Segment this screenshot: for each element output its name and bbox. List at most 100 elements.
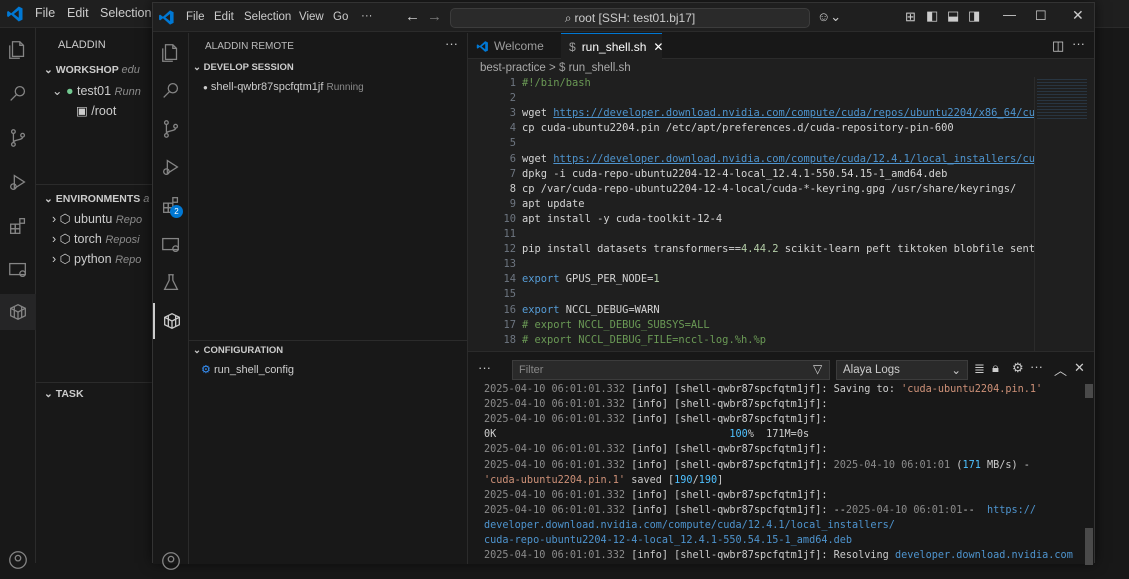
menu-edit[interactable]: Edit bbox=[214, 11, 234, 23]
config-item[interactable]: ⚙ run_shell_config bbox=[201, 363, 294, 376]
code-editor[interactable]: 1 #!/bin/bash 2 3 wget https://developer.dow… bbox=[468, 77, 1034, 351]
close-panel-icon[interactable]: ✕ bbox=[1074, 360, 1085, 376]
menu-more[interactable]: ··· bbox=[361, 10, 373, 22]
code-token: scikit-learn peft tiktoken blobfile sent… bbox=[778, 243, 1034, 256]
code-token: update bbox=[547, 197, 585, 210]
env-item-ubuntu[interactable]: › ⬡ ubuntu Repo bbox=[52, 211, 156, 226]
source-control-icon[interactable] bbox=[0, 120, 36, 156]
toggle-secondary-sidebar-icon[interactable]: ◨ bbox=[968, 8, 980, 24]
toggle-panel-icon[interactable]: ⬓ bbox=[947, 8, 959, 24]
breadcrumb: best-practice > $ run_shell.sh bbox=[480, 62, 631, 74]
log-token: developer.download.nvidia.com bbox=[894, 550, 1073, 562]
menu-view[interactable]: View bbox=[299, 11, 324, 23]
log-token: 2025-04-10 06:01:01.332 bbox=[484, 504, 626, 516]
environments-header[interactable]: ⌄ ENVIRONMENTS a bbox=[44, 193, 149, 205]
maximize-panel-icon[interactable]: ︿ bbox=[1054, 360, 1067, 379]
code-line: #!/bin/bash bbox=[522, 77, 591, 89]
aladdin-icon[interactable] bbox=[0, 294, 36, 330]
toggle-sidebar-icon[interactable]: ◧ bbox=[926, 8, 938, 24]
maximize-icon[interactable]: ☐ bbox=[1035, 8, 1047, 24]
extensions-icon[interactable] bbox=[153, 187, 189, 223]
aladdin-icon[interactable] bbox=[153, 303, 189, 339]
log-token: 2025-04-10 06:01:01 bbox=[845, 504, 963, 516]
breadcrumb-folder[interactable]: best-practice bbox=[480, 62, 546, 74]
tab-run-shell[interactable]: $ run_shell.sh ✕ bbox=[561, 33, 663, 59]
log-output[interactable]: 2025-04-10 06:01:01.332 [info] [shell-qw… bbox=[484, 384, 1080, 565]
command-center-search[interactable]: ⌕ root [SSH: test01.bj17] bbox=[450, 8, 810, 28]
back-sidebar-title: ALADDIN bbox=[58, 39, 106, 51]
log-token: https:// bbox=[986, 504, 1037, 516]
close-window-icon[interactable]: ✕ bbox=[1072, 7, 1084, 24]
filter-icon[interactable]: ▽ bbox=[813, 362, 822, 376]
scrollbar-thumb-bottom[interactable] bbox=[1085, 528, 1093, 565]
develop-session-header[interactable]: ⌄ DEVELOP SESSION bbox=[193, 62, 294, 73]
output-panel: ··· Filter ▽ Alaya Logs ⌄ ≣ 🔒︎ ⚙ ··· ︿ ✕ … bbox=[468, 351, 1094, 565]
tab-bar: Welcome $ run_shell.sh ✕ ◫ ··· bbox=[468, 33, 1094, 59]
log-source-select[interactable]: Alaya Logs ⌄ bbox=[836, 360, 968, 380]
log-token: -- bbox=[962, 504, 987, 516]
task-header[interactable]: ⌄ TASK bbox=[44, 388, 84, 400]
tab-label: run_shell.sh bbox=[581, 39, 647, 54]
remote-explorer-icon[interactable] bbox=[153, 227, 189, 263]
log-token: ( bbox=[950, 459, 963, 471]
menu-go[interactable]: Go bbox=[333, 11, 348, 23]
search-icon[interactable] bbox=[0, 76, 36, 112]
log-token: 2025-04-10 06:01:01.332 bbox=[484, 399, 626, 411]
close-tab-icon[interactable]: ✕ bbox=[653, 40, 663, 54]
tree-item-root[interactable]: ▣ /root bbox=[76, 103, 156, 118]
search-icon[interactable] bbox=[153, 73, 189, 109]
filter-input[interactable]: Filter bbox=[512, 360, 830, 380]
extensions-icon[interactable] bbox=[0, 208, 36, 244]
account-icon[interactable] bbox=[153, 543, 189, 579]
log-line: 2025-04-10 06:01:01.332 [info] [shell-qw… bbox=[484, 384, 1042, 395]
back-menu-edit[interactable]: Edit bbox=[67, 6, 89, 20]
tab-welcome[interactable]: Welcome bbox=[468, 33, 561, 59]
breadcrumb-file[interactable]: run_shell.sh bbox=[569, 62, 631, 74]
minimap[interactable] bbox=[1034, 77, 1094, 351]
env-item-python[interactable]: › ⬡ python Repo bbox=[52, 251, 156, 266]
log-token: [info] [shell-qwbr87spcfqtm1jf]: -- bbox=[625, 504, 846, 516]
run-debug-icon[interactable] bbox=[153, 149, 189, 185]
back-menu-selection[interactable]: Selection bbox=[100, 6, 151, 20]
log-token: 2025-04-10 06:01:01.332 bbox=[484, 550, 626, 562]
code-token: install -y cuda-toolkit-12-4 bbox=[547, 212, 723, 225]
layout-customize-icon[interactable]: ⊞ bbox=[905, 9, 916, 25]
explorer-icon[interactable] bbox=[0, 32, 36, 68]
code-line: wget https://developer.download.nvidia.c… bbox=[522, 153, 1034, 165]
scrollbar-thumb[interactable] bbox=[1085, 384, 1093, 398]
configuration-header[interactable]: ⌄ CONFIGURATION bbox=[193, 345, 283, 356]
explorer-icon[interactable] bbox=[153, 35, 189, 71]
more-actions-icon[interactable]: ··· bbox=[445, 36, 458, 51]
panel-more-icon[interactable]: ··· bbox=[478, 360, 491, 375]
back-arrow-icon[interactable]: ← bbox=[405, 8, 420, 25]
copilot-icon[interactable]: ☺⌄ bbox=[817, 9, 841, 25]
editor-more-icon[interactable]: ··· bbox=[1072, 36, 1085, 51]
code-token: GPUS_PER_NODE= bbox=[559, 273, 654, 286]
forward-arrow-icon[interactable]: → bbox=[427, 8, 442, 25]
log-line: 2025-04-10 06:01:01.332 [info] [shell-qw… bbox=[484, 490, 827, 501]
workshop-header[interactable]: ⌄ WORKSHOP edu bbox=[44, 64, 140, 76]
menu-file[interactable]: File bbox=[186, 11, 205, 23]
line-number: 14 bbox=[503, 273, 516, 286]
minimize-icon[interactable]: — bbox=[1003, 7, 1016, 22]
log-line: 2025-04-10 06:01:01.332 [info] [shell-qw… bbox=[484, 550, 1073, 561]
testing-icon[interactable] bbox=[153, 265, 189, 301]
session-status: Running bbox=[326, 82, 364, 93]
split-editor-icon[interactable]: ◫ bbox=[1052, 38, 1064, 54]
session-item[interactable]: ● shell-qwbr87spcfqtm1jf Running bbox=[203, 81, 364, 93]
code-token: 4.44.2 bbox=[740, 243, 779, 256]
remote-explorer-icon[interactable] bbox=[0, 252, 36, 288]
back-menu-file[interactable]: File bbox=[35, 6, 55, 20]
log-token: [info] [shell-qwbr87spcfqtm1jf]: Resolvi… bbox=[625, 550, 895, 562]
word-wrap-icon[interactable]: ≣ bbox=[974, 361, 985, 377]
run-debug-icon[interactable] bbox=[0, 164, 36, 200]
env-item-torch[interactable]: › ⬡ torch Reposi bbox=[52, 231, 156, 246]
tree-item-test01[interactable]: ⌄ ● test01 Runn bbox=[52, 83, 156, 98]
settings-gear-icon[interactable]: ⚙ bbox=[1012, 360, 1024, 376]
lock-icon[interactable]: 🔒︎ bbox=[992, 360, 999, 376]
panel-actions-more-icon[interactable]: ··· bbox=[1030, 359, 1043, 374]
account-icon[interactable] bbox=[0, 542, 36, 578]
menu-selection[interactable]: Selection bbox=[244, 11, 291, 23]
source-control-icon[interactable] bbox=[153, 111, 189, 147]
log-token: 190 bbox=[674, 474, 693, 486]
